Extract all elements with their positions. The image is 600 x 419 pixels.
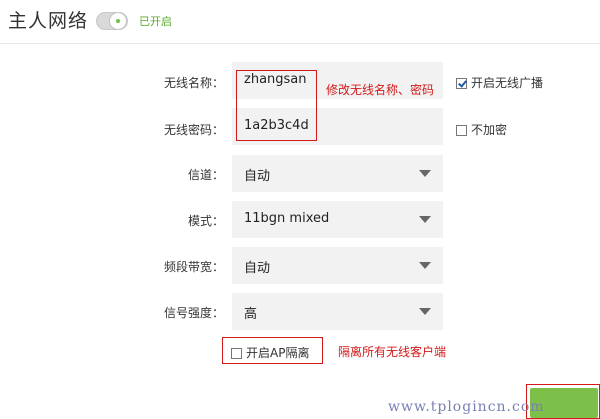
mode-label: 模式： bbox=[187, 214, 224, 228]
ssid-annotation: 修改无线名称、密码 bbox=[326, 83, 435, 97]
ssid-label: 无线名称： bbox=[163, 76, 224, 90]
channel-label: 信道： bbox=[187, 168, 224, 182]
ap-isolation-option[interactable]: 开启AP隔离 bbox=[231, 344, 309, 361]
ap-isolation-annotation: 隔离所有无线客户端 bbox=[338, 345, 447, 359]
mode-select[interactable]: 11bgn mixed bbox=[232, 201, 443, 238]
signal-label: 信号强度： bbox=[163, 306, 224, 320]
no-encrypt-checkbox[interactable] bbox=[456, 125, 467, 136]
ap-isolation-label: 开启AP隔离 bbox=[246, 346, 310, 360]
host-network-toggle[interactable] bbox=[96, 12, 128, 30]
signal-select[interactable]: 高 bbox=[232, 293, 443, 330]
bandwidth-select[interactable]: 自动 bbox=[232, 247, 443, 284]
signal-value: 高 bbox=[244, 307, 258, 322]
chevron-down-icon bbox=[419, 262, 431, 269]
toggle-status-text: 已开启 bbox=[139, 15, 172, 28]
broadcast-checkbox[interactable] bbox=[456, 78, 467, 89]
broadcast-label: 开启无线广播 bbox=[471, 76, 544, 90]
broadcast-option[interactable]: 开启无线广播 bbox=[456, 74, 543, 91]
password-label: 无线密码： bbox=[163, 123, 224, 137]
ap-isolation-checkbox[interactable] bbox=[231, 348, 242, 359]
page-header: 主人网络 已开启 bbox=[0, 0, 600, 44]
bandwidth-value: 自动 bbox=[244, 261, 271, 276]
no-encrypt-option[interactable]: 不加密 bbox=[456, 121, 507, 138]
watermark: www.tplogincn.com bbox=[388, 399, 545, 415]
bandwidth-label: 频段带宽： bbox=[163, 260, 224, 274]
chevron-down-icon bbox=[419, 216, 431, 223]
no-encrypt-label: 不加密 bbox=[471, 123, 508, 137]
ssid-password-highlight-box bbox=[236, 70, 317, 141]
channel-select[interactable]: 自动 bbox=[232, 155, 443, 192]
channel-value: 自动 bbox=[244, 169, 271, 184]
mode-value: 11bgn mixed bbox=[244, 211, 330, 226]
toggle-knob bbox=[109, 12, 127, 30]
page-title: 主人网络 bbox=[8, 10, 89, 32]
chevron-down-icon bbox=[419, 308, 431, 315]
chevron-down-icon bbox=[419, 170, 431, 177]
toggle-on-indicator-icon bbox=[116, 19, 120, 23]
